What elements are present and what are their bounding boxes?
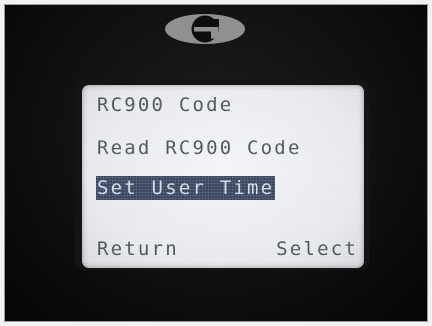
menu-item-rc900-code[interactable]: RC900 Code <box>97 93 233 117</box>
lcd-screen: RC900 Code Read RC900 Code Set User Time… <box>82 85 364 268</box>
brand-logo-icon <box>165 14 245 44</box>
return-softkey[interactable]: Return <box>97 237 179 261</box>
device-photo: RC900 Code Read RC900 Code Set User Time… <box>4 4 428 322</box>
menu-item-read-rc900-code[interactable]: Read RC900 Code <box>97 136 302 160</box>
menu-item-set-user-time-selected[interactable]: Set User Time <box>96 176 276 200</box>
select-softkey[interactable]: Select <box>276 237 358 261</box>
